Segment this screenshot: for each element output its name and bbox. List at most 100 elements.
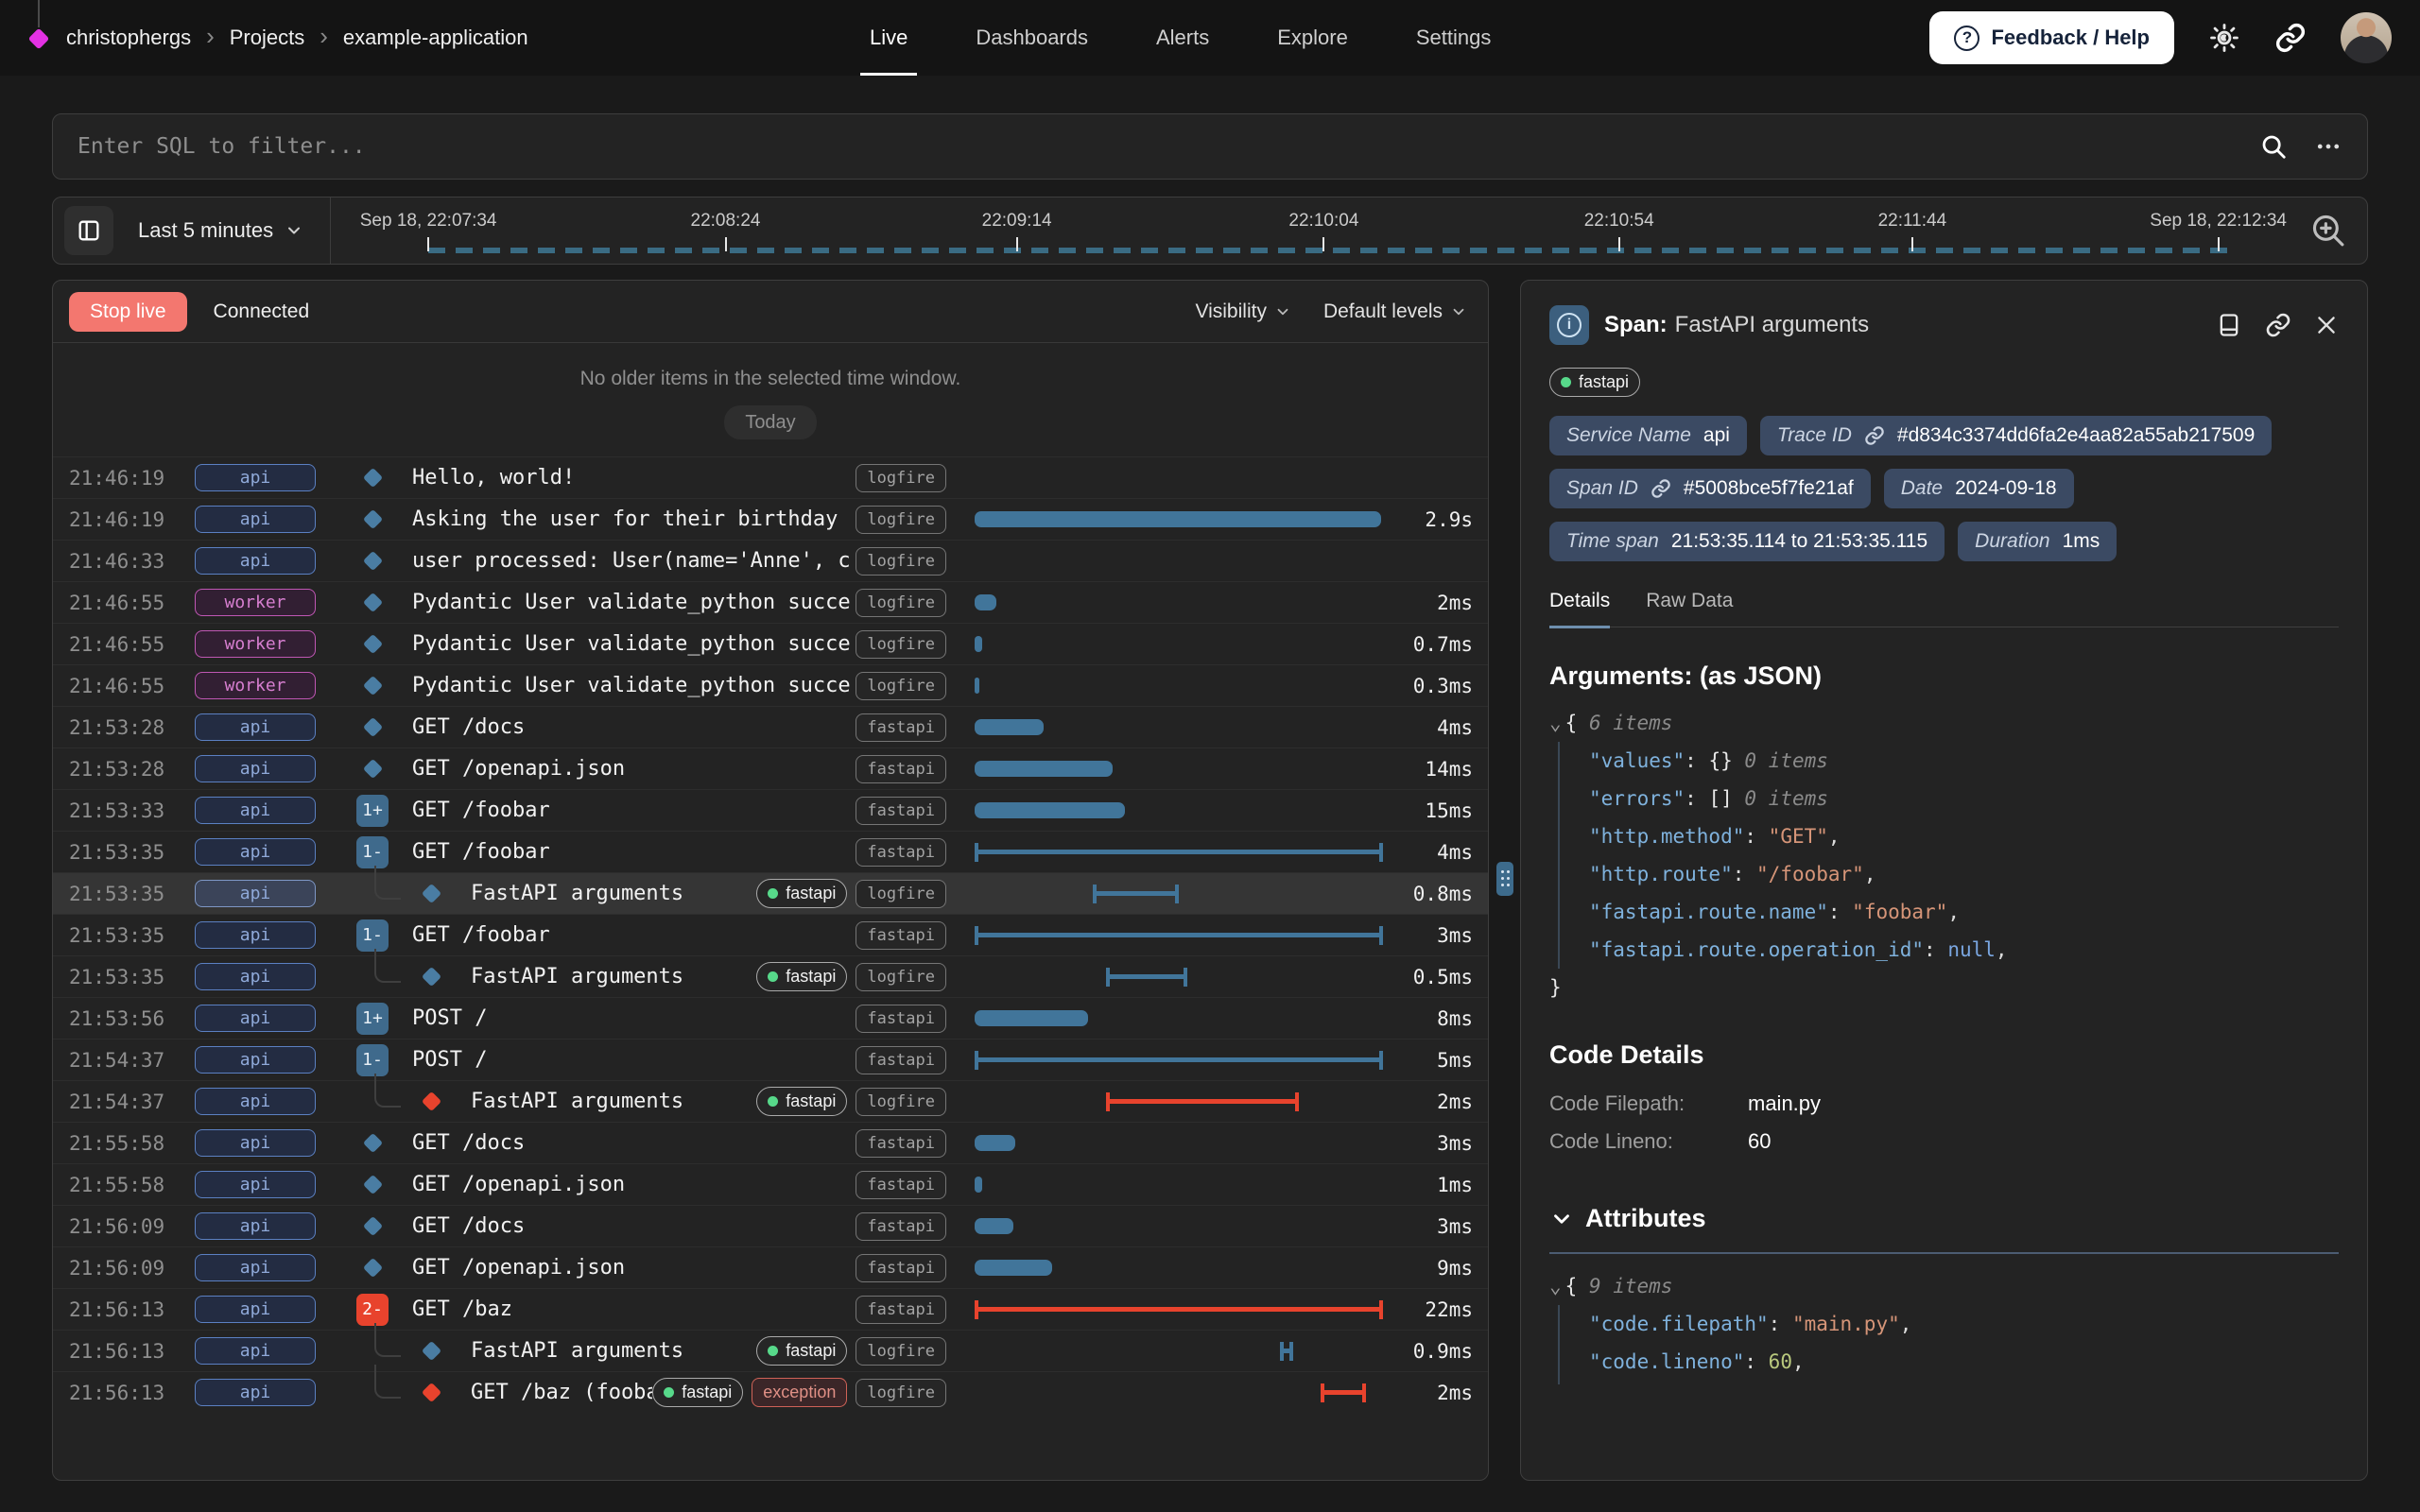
attributes-rule [1549, 1252, 2339, 1254]
span-message: Pydantic User validate_python succe [412, 632, 851, 656]
span-row[interactable]: 21:56:13apiFastAPI argumentsfastapilogfi… [53, 1330, 1488, 1371]
span-row[interactable]: 21:53:35apiFastAPI argumentsfastapilogfi… [53, 872, 1488, 914]
breadcrumb-projects[interactable]: Projects [230, 26, 304, 50]
stop-live-button[interactable]: Stop live [69, 292, 187, 332]
meta-chip-trace-id[interactable]: Trace ID#d834c3374dd6fa2e4aa82a55ab21750… [1760, 416, 2272, 455]
panel-resize-handle[interactable] [1496, 862, 1513, 896]
duration-bar [975, 1177, 982, 1193]
span-row[interactable]: 21:53:56api1+POST /fastapi8ms [53, 997, 1488, 1039]
span-row[interactable]: 21:56:13api2-GET /bazfastapi22ms [53, 1288, 1488, 1330]
breadcrumb-org[interactable]: christophergs [66, 26, 191, 50]
detail-title-text: FastAPI arguments [1675, 312, 1869, 337]
span-row[interactable]: 21:55:58apiGET /docsfastapi3ms [53, 1122, 1488, 1163]
logfire-logo[interactable] [28, 27, 49, 48]
feedback-help-button[interactable]: ? Feedback / Help [1929, 11, 2174, 64]
duration-label: 0.7ms [1390, 633, 1473, 656]
tab-raw-data[interactable]: Raw Data [1646, 590, 1733, 627]
duration-bar [975, 761, 1113, 777]
sidebar-panel-icon [76, 217, 102, 244]
scope-pill-fastapi[interactable]: fastapi [1549, 368, 1640, 397]
toggle-children-button[interactable]: 1- [356, 919, 389, 952]
span-row[interactable]: 21:53:35api1-GET /foobarfastapi4ms [53, 831, 1488, 872]
tab-alerts[interactable]: Alerts [1156, 0, 1209, 76]
service-badge-api: api [195, 1254, 316, 1281]
copy-link-icon[interactable] [2265, 312, 2291, 338]
duration-track [959, 1299, 1390, 1320]
span-row[interactable]: 21:54:37apiFastAPI argumentsfastapilogfi… [53, 1080, 1488, 1122]
empty-notice: No older items in the selected time wind… [53, 368, 1488, 390]
span-row[interactable]: 21:53:28apiGET /docsfastapi4ms [53, 706, 1488, 747]
service-badge-api: api [195, 880, 316, 907]
search-icon[interactable] [2259, 132, 2288, 161]
toggle-children-button[interactable]: 1- [356, 1044, 389, 1076]
service-badge-api: api [195, 547, 316, 575]
chip-label: Date [1901, 477, 1943, 500]
span-row[interactable]: 21:56:09apiGET /docsfastapi3ms [53, 1205, 1488, 1246]
tag-logfire: logfire [856, 589, 946, 617]
duration-label: 2.9s [1390, 508, 1473, 531]
tag-fastapi: fastapi [756, 1087, 847, 1116]
meta-chip-service-name[interactable]: Service Nameapi [1549, 416, 1747, 455]
span-row[interactable]: 21:46:19apiHello, world!logfire [53, 456, 1488, 498]
timeline[interactable]: Sep 18, 22:07:3422:08:2422:09:1422:10:04… [331, 198, 2299, 264]
sidebar-toggle-button[interactable] [64, 206, 113, 255]
meta-chip-date[interactable]: Date2024-09-18 [1884, 469, 2074, 508]
tab-live[interactable]: Live [870, 0, 908, 76]
span-row[interactable]: 21:53:28apiGET /openapi.jsonfastapi14ms [53, 747, 1488, 789]
default-levels-dropdown[interactable]: Default levels [1323, 301, 1467, 323]
span-row[interactable]: 21:56:09apiGET /openapi.jsonfastapi9ms [53, 1246, 1488, 1288]
toggle-children-button[interactable]: 2- [356, 1294, 389, 1326]
meta-chip-time-span[interactable]: Time span21:53:35.114 to 21:53:35.115 [1549, 522, 1945, 561]
span-row[interactable]: 21:46:55workerPydantic User validate_pyt… [53, 581, 1488, 623]
share-link-button[interactable] [2274, 22, 2307, 54]
tab-dashboards[interactable]: Dashboards [976, 0, 1088, 76]
span-row[interactable]: 21:46:55workerPydantic User validate_pyt… [53, 623, 1488, 664]
duration-bar [975, 1051, 1383, 1070]
span-diamond-icon [362, 1175, 382, 1194]
theme-toggle-button[interactable] [2208, 22, 2240, 54]
span-row[interactable]: 21:53:35api1-GET /foobarfastapi3ms [53, 914, 1488, 955]
chevron-down-icon [1450, 303, 1467, 320]
toggle-children-button[interactable]: 1+ [356, 1003, 389, 1035]
toggle-children-button[interactable]: 1- [356, 836, 389, 868]
row-timestamp: 21:46:19 [69, 467, 195, 490]
attributes-heading[interactable]: Attributes [1549, 1204, 2339, 1233]
chip-value: 21:53:35.114 to 21:53:35.115 [1671, 530, 1927, 553]
span-row[interactable]: 21:46:55workerPydantic User validate_pyt… [53, 664, 1488, 706]
span-diamond-icon [421, 1341, 441, 1361]
tab-details[interactable]: Details [1549, 590, 1610, 628]
span-message: GET /openapi.json [412, 1256, 625, 1280]
user-avatar[interactable] [2341, 12, 2392, 63]
span-row[interactable]: 21:55:58apiGET /openapi.jsonfastapi1ms [53, 1163, 1488, 1205]
green-dot-icon [1561, 377, 1571, 387]
duration-track [959, 468, 1390, 489]
more-options-icon[interactable] [2314, 132, 2342, 161]
meta-chip-span-id[interactable]: Span ID#5008bce5f7fe21af [1549, 469, 1871, 508]
visibility-dropdown[interactable]: Visibility [1195, 301, 1290, 323]
tab-settings[interactable]: Settings [1416, 0, 1492, 76]
span-diamond-icon [362, 551, 382, 571]
meta-chip-duration[interactable]: Duration1ms [1958, 522, 2117, 561]
chevron-down-icon [285, 221, 303, 240]
span-row[interactable]: 21:46:33apiuser processed: User(name='An… [53, 540, 1488, 581]
today-button[interactable]: Today [724, 405, 816, 439]
duration-track [959, 842, 1390, 863]
tag-logfire: logfire [856, 880, 946, 908]
breadcrumb-project[interactable]: example-application [343, 26, 528, 50]
close-icon[interactable] [2314, 313, 2339, 337]
primary-tabs: Live Dashboards Alerts Explore Settings [870, 0, 1491, 76]
tag-logfire: logfire [856, 630, 946, 659]
json-line: } [1549, 969, 2339, 1006]
span-row[interactable]: 21:53:33api1+GET /foobarfastapi15ms [53, 789, 1488, 831]
dock-panel-icon[interactable] [2216, 312, 2242, 338]
span-row[interactable]: 21:46:19apiAsking the user for their bir… [53, 498, 1488, 540]
span-row[interactable]: 21:54:37api1-POST /fastapi5ms [53, 1039, 1488, 1080]
span-row[interactable]: 21:53:35apiFastAPI argumentsfastapilogfi… [53, 955, 1488, 997]
time-range-dropdown[interactable]: Last 5 minutes [138, 218, 303, 243]
toggle-children-button[interactable]: 1+ [356, 795, 389, 827]
zoom-in-icon[interactable] [2308, 211, 2348, 250]
sql-filter-input[interactable] [78, 134, 2259, 159]
service-badge-api: api [195, 1337, 316, 1365]
tab-explore[interactable]: Explore [1277, 0, 1348, 76]
span-row[interactable]: 21:56:13apiGET /baz (foobar)fastapiexcep… [53, 1371, 1488, 1413]
